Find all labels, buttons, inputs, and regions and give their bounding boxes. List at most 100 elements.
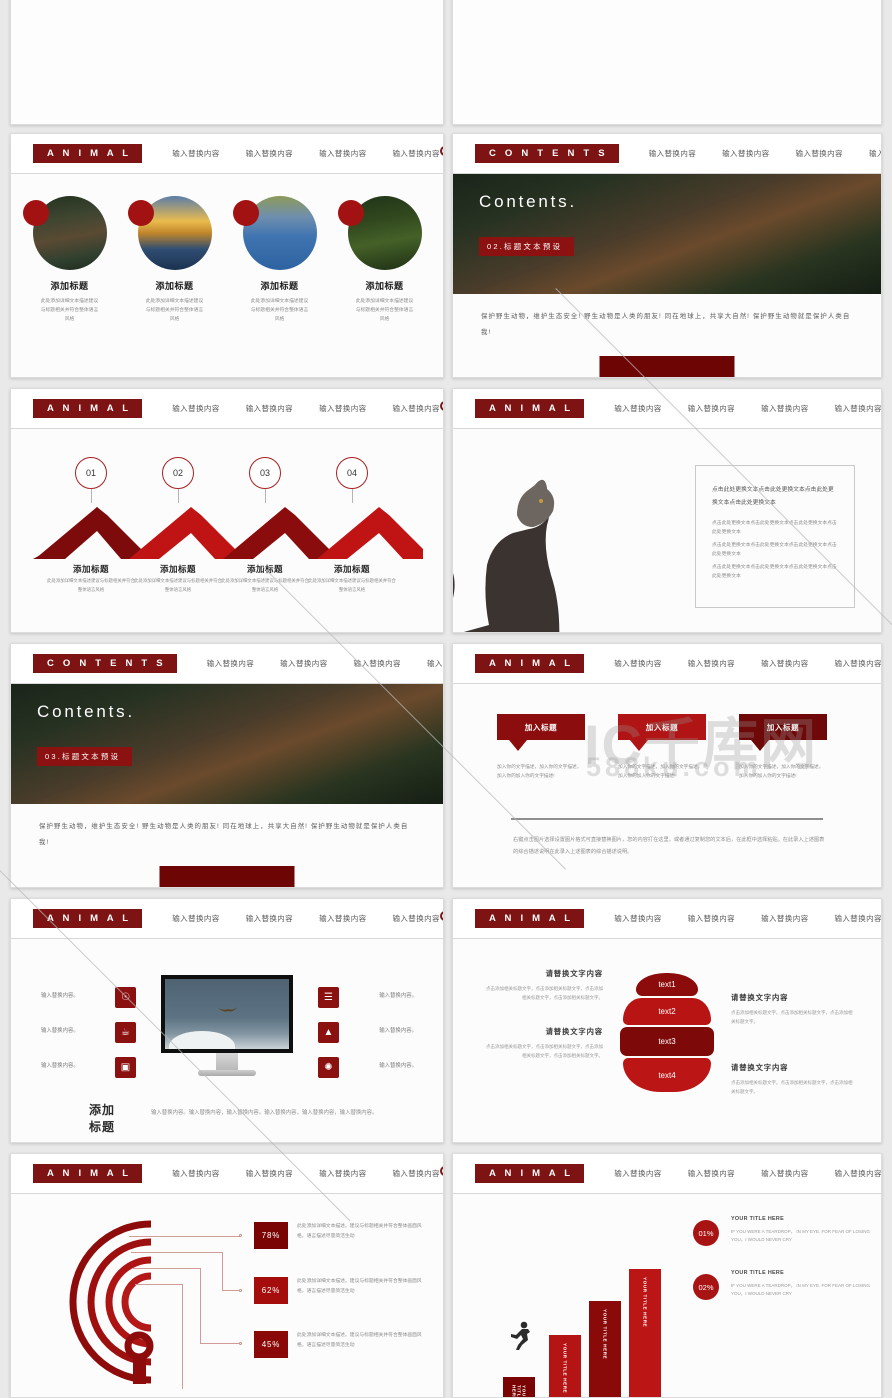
bird-icon[interactable]: ✺ [318,1057,339,1078]
logo-badge[interactable]: A N I M A L [33,143,143,164]
nav-link[interactable]: 输入替换内容 [246,913,293,924]
nav-links: 输入替换内容 输入替换内容 输入替换内容 输入替换内容 [172,1168,440,1179]
card[interactable]: 添加标题 此处添加详细文本描述建议与标题相关并符合整体语言风格 [127,196,216,325]
slide-cat-textbox[interactable]: A N I M A L 输入替换内容 输入替换内容 输入替换内容 输入替换内容 … [452,388,882,633]
nav-link[interactable]: 输入替换内容 [280,658,327,669]
nav-link[interactable]: 输入替换内容 [835,658,882,669]
slide-contents-02[interactable]: C O N T E N T S 输入替换内容 输入替换内容 输入替换内容 输入替… [452,133,882,378]
nav-link[interactable]: 输入替换内容 [246,403,293,414]
book-icon[interactable]: ☰ [318,987,339,1008]
nav-link[interactable]: 输入替换内容 [869,148,881,159]
banner-card[interactable]: 加入标题 加入你的文字描述，加入你的文字描述，加入你的加入你的文字描述! [739,714,827,781]
nav-link[interactable]: 输入替换内容 [761,403,808,414]
nav-link[interactable]: 输入替换内容 [319,148,366,159]
nav-link[interactable]: 输入替换内容 [649,148,696,159]
nav-link[interactable]: 输入替换内容 [172,1168,219,1179]
search-icon[interactable] [439,401,443,416]
nav-link[interactable]: 输入替换内容 [172,403,219,414]
nav-link[interactable]: 输入替换内容 [835,1168,882,1179]
nav-link[interactable]: 输入替换内容 [319,913,366,924]
nav-link[interactable]: 输入替换内容 [614,1168,661,1179]
logo-badge[interactable]: A N I M A L [33,398,143,419]
logo-badge[interactable]: A N I M A L [475,908,585,929]
logo-badge[interactable]: A N I M A L [33,908,143,929]
nav-link[interactable]: 输入替换内容 [319,403,366,414]
slide-sphere-slices[interactable]: A N I M A L 输入替换内容 输入替换内容 输入替换内容 输入替换内容 … [452,898,882,1143]
search-icon[interactable] [439,146,443,161]
nav-links: 输入替换内容 输入替换内容 输入替换内容 输入替换内容 [207,658,443,669]
nav-link[interactable]: 输入替换内容 [722,148,769,159]
slide-four-circles[interactable]: A N I M A L 输入替换内容 输入替换内容 输入替换内容 输入替换内容 … [10,133,444,378]
logo-badge[interactable]: C O N T E N T S [33,653,177,674]
nav-link[interactable]: 输入替换内容 [393,913,440,924]
nav-link[interactable]: 输入替换内容 [796,148,843,159]
nav-link[interactable]: 输入替换内容 [835,403,882,414]
slide-banners[interactable]: A N I M A L 输入替换内容 输入替换内容 输入替换内容 输入替换内容 … [452,643,882,888]
nav-link[interactable]: 输入替换内容 [207,658,254,669]
accent-dot [232,200,259,226]
logo-badge[interactable]: A N I M A L [475,653,585,674]
accent-dot [337,200,364,226]
right-label: 输入替换内容。 [379,1063,417,1069]
slice-label[interactable]: text4 [623,1058,711,1092]
banner-body: 加入你的文字描述，加入你的文字描述，加入你的加入你的文字描述! [497,764,582,779]
nav-link[interactable]: 输入替换内容 [246,148,293,159]
leader-line [131,1252,223,1253]
nav-link[interactable]: 输入替换内容 [761,913,808,924]
hero-title: Contents. [479,192,577,211]
logo-badge[interactable]: A N I M A L [33,1163,143,1184]
card[interactable]: 添加标题 此处添加详细文本描述建议与标题相关并符合整体语言风格 [337,196,426,325]
nav-link[interactable]: 输入替换内容 [614,913,661,924]
nav-link[interactable]: 输入替换内容 [688,403,735,414]
slide-bar-chart[interactable]: 2.42 2.52 1.83 2.8 Series 1 Series 2 Ser… [10,0,444,125]
leader-line [200,1268,201,1344]
nav-link[interactable]: 输入替换内容 [393,148,440,159]
nav-link[interactable]: 输入替换内容 [393,403,440,414]
nav-link[interactable]: 输入替换内容 [688,1168,735,1179]
bar-label: YOUR TITLE HERE [511,1385,527,1397]
nav-link[interactable]: 输入替换内容 [319,1168,366,1179]
search-icon[interactable] [439,1166,443,1181]
search-icon[interactable] [439,911,443,926]
slice-label[interactable]: text3 [620,1027,714,1056]
nav-link[interactable]: 输入替换内容 [172,148,219,159]
banner-row: 加入标题 加入你的文字描述，加入你的文字描述，加入你的加入你的文字描述! 加入标… [497,714,827,781]
nav-link[interactable]: 输入替换内容 [172,913,219,924]
nav-link[interactable]: 输入替换内容 [688,913,735,924]
nav-link[interactable]: 输入替换内容 [393,1168,440,1179]
nav-link[interactable]: 输入替换内容 [614,403,661,414]
nav-link[interactable]: 输入替换内容 [688,658,735,669]
card[interactable]: 添加标题 此处添加详细文本描述建议与标题相关并符合整体语言风格 [232,196,321,325]
logo-badge[interactable]: C O N T E N T S [475,143,619,164]
slide-chevron-steps[interactable]: A N I M A L 输入替换内容 输入替换内容 输入替换内容 输入替换内容 [10,388,444,633]
right-icon-column: ☰ ▲ ✺ [318,987,339,1078]
slide-snake-flow[interactable]: 项目2 项目3 项目4 添加标题内容 点击输入简要文字内容，文字内容需概括精炼，… [452,0,882,125]
banner-card[interactable]: 加入标题 加入你的文字描述，加入你的文字描述，加入你的加入你的文字描述! [497,714,585,781]
nav-link[interactable]: 输入替换内容 [761,1168,808,1179]
percent-circle: 02% [693,1274,719,1300]
slice-label[interactable]: text1 [636,973,698,996]
nav-link[interactable]: 输入替换内容 [246,1168,293,1179]
percent-badge: 78% [254,1222,288,1249]
slide-arc-percentages[interactable]: A N I M A L 输入替换内容 输入替换内容 输入替换内容 输入替换内容 [10,1153,444,1398]
banner-card[interactable]: 加入标题 加入你的文字描述，加入你的文字描述，加入你的加入你的文字描述! [618,714,706,781]
nav-link[interactable]: 输入替换内容 [761,658,808,669]
slide-contents-03[interactable]: C O N T E N T S 输入替换内容 输入替换内容 输入替换内容 输入替… [10,643,444,888]
slice-label[interactable]: text2 [623,998,711,1025]
cloud-icon[interactable]: ▲ [318,1022,339,1043]
globe-icon[interactable]: ☉ [115,987,136,1008]
slide-monitor-icons[interactable]: A N I M A L 输入替换内容 输入替换内容 输入替换内容 输入替换内容 [10,898,444,1143]
camera-icon[interactable]: ▣ [115,1057,136,1078]
cup-icon[interactable]: ☕ [115,1022,136,1043]
nav-link[interactable]: 输入替换内容 [614,658,661,669]
logo-badge[interactable]: A N I M A L [475,398,585,419]
nav-link[interactable]: 输入替换内容 [427,658,443,669]
nav-link[interactable]: 输入替换内容 [835,913,882,924]
text-panel[interactable]: 点击此处更换文本点击此处更换文本点击此处更换文本点击此处更换文本 点击此处更换文… [695,465,855,608]
card[interactable]: 添加标题 此处添加详细文本描述建议与标题相关并符合整体语言风格 [22,196,111,325]
nav-link[interactable]: 输入替换内容 [354,658,401,669]
title-line-1: 添加 [89,1103,116,1117]
logo-badge[interactable]: A N I M A L [475,1163,585,1184]
slide-bars-circles[interactable]: A N I M A L 输入替换内容 输入替换内容 输入替换内容 输入替换内容 … [452,1153,882,1398]
leader-dot [239,1342,242,1345]
